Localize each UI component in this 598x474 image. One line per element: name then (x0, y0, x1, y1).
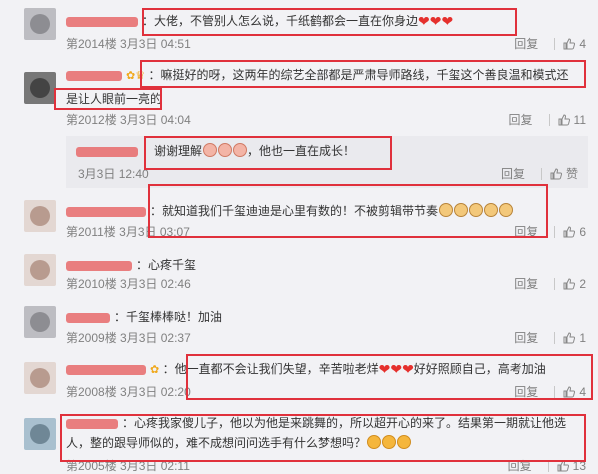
like-count: 2 (579, 277, 586, 291)
reply-button[interactable]: 回复 (514, 276, 538, 292)
reply-button[interactable]: 回复 (514, 330, 538, 346)
vip-badge-icon: ✿ (126, 70, 136, 82)
comment-meta: 第2012楼 3月3日 04:04 (66, 113, 191, 127)
avatar[interactable] (24, 200, 56, 232)
highlight-box (142, 8, 517, 36)
blurred-username (66, 70, 122, 81)
highlight-box (54, 88, 162, 110)
thumbs-up-icon[interactable] (558, 114, 570, 126)
comment-actions: 回复 11 (509, 112, 586, 128)
reply-button[interactable]: 回复 (514, 36, 538, 52)
blurred-username (66, 206, 146, 217)
comment-actions: 回复 4 (514, 36, 586, 52)
avatar[interactable] (24, 72, 56, 104)
sub-reply-meta: 3月3日 12:40 (78, 167, 149, 181)
reply-button[interactable]: 回复 (509, 112, 533, 128)
highlight-box (60, 414, 586, 462)
thumbs-up-icon[interactable] (563, 332, 576, 344)
highlight-box (140, 60, 586, 88)
like-count: 1 (579, 331, 586, 345)
avatar[interactable] (24, 418, 56, 450)
highlight-box (144, 136, 392, 170)
vip-badge-icon: ✿ (150, 364, 160, 376)
comment-item: ：心疼千玺 第2010楼 3月3日 02:46 回复 2 (0, 244, 598, 297)
like-count: 6 (579, 225, 586, 239)
avatar[interactable] (24, 362, 56, 394)
highlight-box (148, 184, 548, 238)
avatar[interactable] (24, 254, 56, 286)
blurred-username (66, 312, 110, 323)
thumbs-up-icon[interactable] (563, 278, 576, 290)
thumbs-up-icon[interactable] (550, 168, 562, 180)
comment-actions: 回复 2 (514, 276, 586, 292)
comment-meta: 第2014楼 3月3日 04:51 (66, 37, 191, 51)
blurred-username (66, 16, 138, 27)
like-count: 11 (573, 113, 586, 127)
thumbs-up-icon[interactable] (563, 38, 576, 50)
comment-meta: 第2009楼 3月3日 02:37 (66, 331, 191, 345)
comment-meta: 第2008楼 3月3日 02:20 (66, 385, 191, 399)
blurred-username (66, 260, 132, 271)
avatar[interactable] (24, 306, 56, 338)
highlight-box (186, 354, 593, 400)
comment-text: ：千玺棒棒哒！加油 (66, 306, 586, 328)
sub-reply-actions: 回复 赞 (501, 166, 578, 182)
like-count: 4 (579, 37, 586, 51)
like-label[interactable]: 赞 (566, 166, 578, 182)
blurred-username (66, 364, 146, 375)
reply-button[interactable]: 回复 (501, 166, 525, 182)
comment-meta: 第2010楼 3月3日 02:46 (66, 277, 191, 291)
thumbs-up-icon[interactable] (563, 226, 576, 238)
blurred-username (76, 146, 138, 157)
comment-actions: 回复 1 (514, 330, 586, 346)
avatar[interactable] (24, 8, 56, 40)
comment-text: ：心疼千玺 (66, 254, 586, 276)
comment-item: ：千玺棒棒哒！加油 第2009楼 3月3日 02:37 回复 1 (0, 296, 598, 349)
